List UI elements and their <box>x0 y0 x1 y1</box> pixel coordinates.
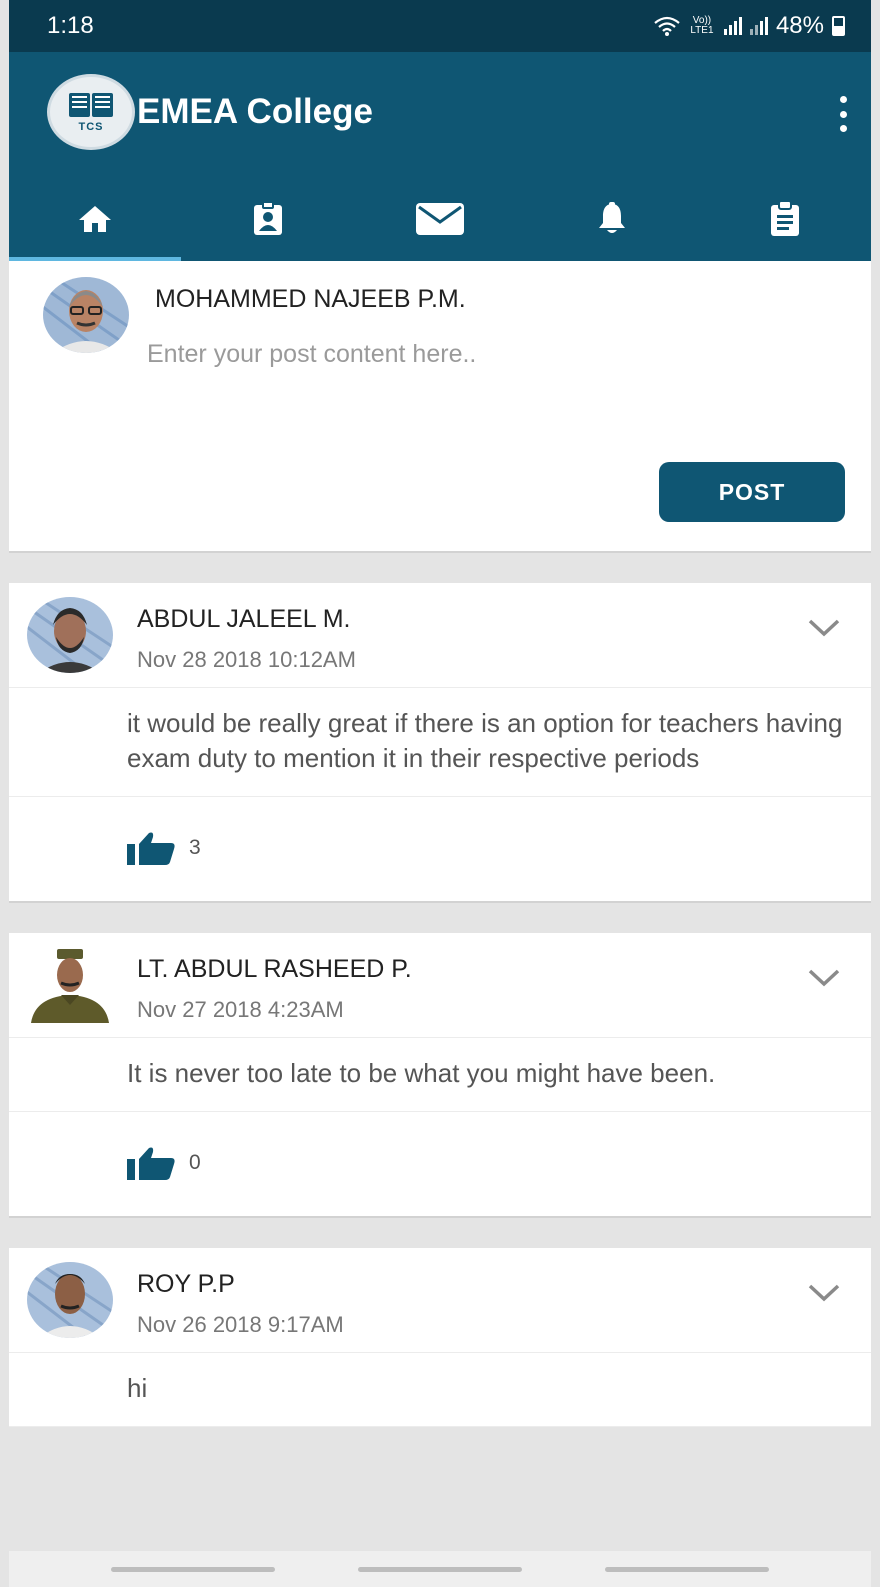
like-count: 0 <box>189 1151 201 1174</box>
signal-icon-2 <box>749 17 768 35</box>
lte-label: Vo)) LTE1 <box>690 15 714 36</box>
thumbs-up-icon <box>127 832 175 865</box>
post-timestamp: Nov 26 2018 9:17AM <box>137 1312 344 1337</box>
status-bar: 1:18 Vo)) LTE1 48% <box>9 0 871 52</box>
overflow-menu-icon[interactable] <box>833 96 853 132</box>
mail-icon <box>416 203 465 235</box>
signal-icon <box>723 17 742 35</box>
battery-icon <box>832 16 845 36</box>
post-card: LT. ABDUL RASHEED P. Nov 27 2018 4:23AM … <box>9 933 871 1216</box>
post-author: LT. ABDUL RASHEED P. <box>137 955 412 983</box>
post-footer: 3 <box>9 797 871 901</box>
tab-messages[interactable] <box>354 177 526 261</box>
like-button[interactable]: 0 <box>127 1146 201 1180</box>
post-header: LT. ABDUL RASHEED P. Nov 27 2018 4:23AM <box>9 933 871 1038</box>
post-card: ROY P.P Nov 26 2018 9:17AM hi <box>9 1248 871 1427</box>
status-icons: Vo)) LTE1 48% <box>654 12 845 40</box>
post-author: ROY P.P <box>137 1270 235 1298</box>
tab-tasks[interactable] <box>699 177 871 261</box>
post-composer: MOHAMMED NAJEEB P.M. POST <box>9 261 871 551</box>
post-content: It is never too late to be what you migh… <box>9 1038 871 1112</box>
college-logo: TCS <box>47 74 135 150</box>
app-title: EMEA College <box>137 92 373 131</box>
divider <box>9 901 871 933</box>
tab-notifications[interactable] <box>526 177 698 261</box>
like-button[interactable]: 3 <box>127 831 201 865</box>
chevron-down-icon[interactable] <box>807 1282 841 1304</box>
divider <box>9 1216 871 1248</box>
like-count: 3 <box>189 836 201 859</box>
avatar <box>43 277 129 353</box>
post-timestamp: Nov 28 2018 10:12AM <box>137 647 356 672</box>
tab-home[interactable] <box>9 177 182 261</box>
post-button[interactable]: POST <box>659 462 845 522</box>
bell-icon <box>599 202 626 233</box>
composer-user-name: MOHAMMED NAJEEB P.M. <box>155 285 466 313</box>
clipboard-icon <box>770 201 799 236</box>
tab-profile[interactable] <box>181 177 353 261</box>
status-time: 1:18 <box>47 12 94 39</box>
post-footer: 0 <box>9 1112 871 1216</box>
id-badge-icon <box>253 202 282 235</box>
post-content: hi <box>9 1353 871 1427</box>
post-author: ABDUL JALEEL M. <box>137 605 351 633</box>
post-timestamp: Nov 27 2018 4:23AM <box>137 997 344 1022</box>
avatar <box>27 1262 113 1338</box>
post-header: ROY P.P Nov 26 2018 9:17AM <box>9 1248 871 1353</box>
book-icon <box>69 93 113 117</box>
chevron-down-icon[interactable] <box>807 967 841 989</box>
chevron-down-icon[interactable] <box>807 617 841 639</box>
divider <box>9 551 871 583</box>
bottom-scroll-indicator <box>9 1551 871 1587</box>
wifi-icon <box>654 16 680 36</box>
app-bar: TCS EMEA College <box>9 52 871 177</box>
battery-percent: 48% <box>775 12 824 39</box>
post-header: ABDUL JALEEL M. Nov 28 2018 10:12AM <box>9 583 871 688</box>
post-content-input[interactable] <box>145 333 749 375</box>
avatar <box>27 597 113 673</box>
home-icon <box>79 206 112 232</box>
post-content: it would be really great if there is an … <box>9 688 871 797</box>
screen: 1:18 Vo)) LTE1 48% TCS EMEA College MOHA… <box>9 0 871 1587</box>
tab-bar <box>9 177 871 261</box>
logo-text: TCS <box>78 121 104 133</box>
thumbs-up-icon <box>127 1147 175 1180</box>
avatar <box>27 947 113 1023</box>
post-card: ABDUL JALEEL M. Nov 28 2018 10:12AM it w… <box>9 583 871 901</box>
